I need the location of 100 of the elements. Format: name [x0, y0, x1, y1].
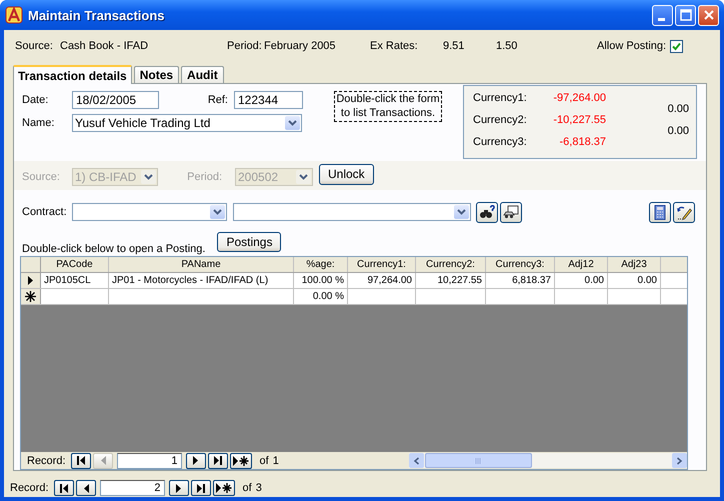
record-label: Record:	[10, 482, 49, 494]
column-header[interactable]: PAName	[109, 256, 294, 272]
next-icon	[176, 484, 182, 492]
column-header[interactable]: Currency1:	[348, 256, 416, 272]
last-icon	[212, 456, 223, 465]
undo-pencil-icon	[676, 204, 692, 220]
name-dropdown[interactable]: Yusuf Vehicle Trading Ltd	[72, 114, 302, 132]
car-form-button[interactable]	[500, 202, 522, 223]
minimize-icon	[658, 18, 664, 20]
table-cell: 0.00	[555, 272, 608, 288]
car-document-icon	[503, 205, 519, 220]
column-header[interactable]: Adj12	[555, 256, 608, 272]
postings-button[interactable]: Postings	[217, 232, 282, 252]
difference-value: 0.00	[668, 103, 689, 115]
allow-posting-label: Allow Posting:	[597, 40, 668, 52]
maximize-button[interactable]	[675, 4, 696, 26]
row-selector[interactable]	[21, 288, 41, 304]
ex-rates-label: Ex Rates:	[370, 40, 419, 52]
column-header[interactable]: Currency2:	[416, 256, 486, 272]
of-label: of	[242, 482, 252, 494]
first-icon	[58, 484, 69, 492]
column-header[interactable]: %age:	[294, 256, 348, 272]
column-header[interactable]: Currency3:	[486, 256, 555, 272]
previous-icon	[82, 484, 89, 492]
column-header[interactable]: PACode	[41, 256, 109, 272]
horizontal-scrollbar[interactable]	[409, 453, 687, 468]
currency-label: Currency1:	[473, 92, 528, 104]
new-record-button[interactable]	[212, 480, 235, 496]
binoculars-icon	[479, 205, 495, 220]
calculator-icon	[654, 204, 666, 220]
table-cell: 10,227.55	[416, 272, 486, 288]
new-record-button[interactable]	[230, 452, 252, 468]
source-label: Source:	[22, 170, 61, 183]
date-label: Date:	[22, 94, 50, 106]
period-label: Period:	[227, 40, 263, 52]
app-icon	[5, 6, 23, 24]
grip-icon	[475, 458, 482, 464]
contract-detail-dropdown[interactable]	[233, 203, 471, 222]
first-record-button[interactable]	[70, 452, 91, 468]
contract-dropdown[interactable]	[72, 203, 227, 222]
scroll-left-icon	[413, 456, 420, 464]
last-record-button[interactable]	[190, 480, 211, 496]
of-label: of	[260, 454, 269, 466]
tab[interactable]: Notes	[134, 66, 180, 83]
currency-total: -97,264.00	[552, 92, 606, 104]
unlock-button[interactable]: Unlock	[319, 164, 374, 185]
undo-edit-button[interactable]	[673, 202, 695, 223]
last-icon	[196, 484, 206, 492]
scroll-right-icon	[676, 456, 683, 464]
period-value: February 2005	[264, 40, 337, 52]
first-icon	[76, 456, 86, 465]
record-label: Record:	[27, 454, 66, 466]
date-field[interactable]: 18/02/2005	[72, 91, 159, 109]
table-cell: JP0105CL	[41, 272, 109, 288]
current-row-icon	[28, 276, 34, 285]
grid-instruction: Double-click below to open a Posting.	[22, 242, 206, 255]
new-record-icon	[232, 456, 249, 466]
difference-value: 0.00	[668, 125, 689, 137]
previous-record-button[interactable]	[76, 480, 96, 496]
next-record-button[interactable]	[168, 480, 189, 496]
tab[interactable]: Transaction details	[13, 65, 132, 84]
table-cell: JP01 - Motorcycles - IFAD/IFAD (L)	[109, 272, 294, 288]
new-row-icon	[25, 290, 36, 302]
maximize-icon	[680, 9, 692, 21]
record-count: 1	[272, 454, 279, 466]
currency-label: Currency2:	[473, 114, 528, 126]
allow-posting-checkbox[interactable]	[670, 40, 683, 52]
find-button[interactable]	[476, 202, 498, 223]
close-icon	[702, 9, 714, 21]
currency-total: -6,818.37	[558, 136, 606, 148]
table-cell: 0.00 %	[294, 288, 348, 304]
ref-label: Ref:	[206, 94, 229, 106]
source-value: Cash Book - IFAD	[60, 40, 150, 52]
record-count: 3	[256, 482, 262, 494]
last-record-button[interactable]	[208, 452, 228, 468]
table-cell: 100.00 %	[294, 272, 348, 288]
next-icon	[192, 456, 199, 465]
source-label: Source:	[15, 40, 54, 52]
exchange-rate: 1.50	[496, 40, 518, 52]
next-record-button[interactable]	[186, 452, 206, 468]
window-title: Maintain Transactions	[28, 8, 166, 22]
record-number-field[interactable]: 1	[116, 452, 182, 468]
exchange-rate: 9.51	[443, 40, 466, 52]
ref-field[interactable]: 122344	[234, 91, 303, 109]
row-selector[interactable]	[21, 272, 41, 288]
calculator-button[interactable]	[649, 202, 671, 223]
column-header[interactable]: Adj23	[608, 256, 661, 272]
currency-total: -10,227.55	[552, 114, 606, 126]
table-cell: 0.00	[608, 272, 661, 288]
contract-label: Contract:	[22, 206, 68, 218]
currency-label: Currency3:	[473, 136, 528, 148]
close-button[interactable]	[698, 4, 719, 26]
period-label: Period:	[186, 170, 223, 183]
record-number-field[interactable]: 2	[100, 480, 165, 496]
name-label: Name:	[22, 117, 56, 129]
tab[interactable]: Audit	[181, 66, 224, 83]
hint-box: Double-click the form to list Transactions.	[334, 91, 442, 122]
first-record-button[interactable]	[54, 480, 74, 496]
table-cell: 6,818.37	[486, 272, 555, 288]
minimize-button[interactable]	[652, 4, 673, 26]
